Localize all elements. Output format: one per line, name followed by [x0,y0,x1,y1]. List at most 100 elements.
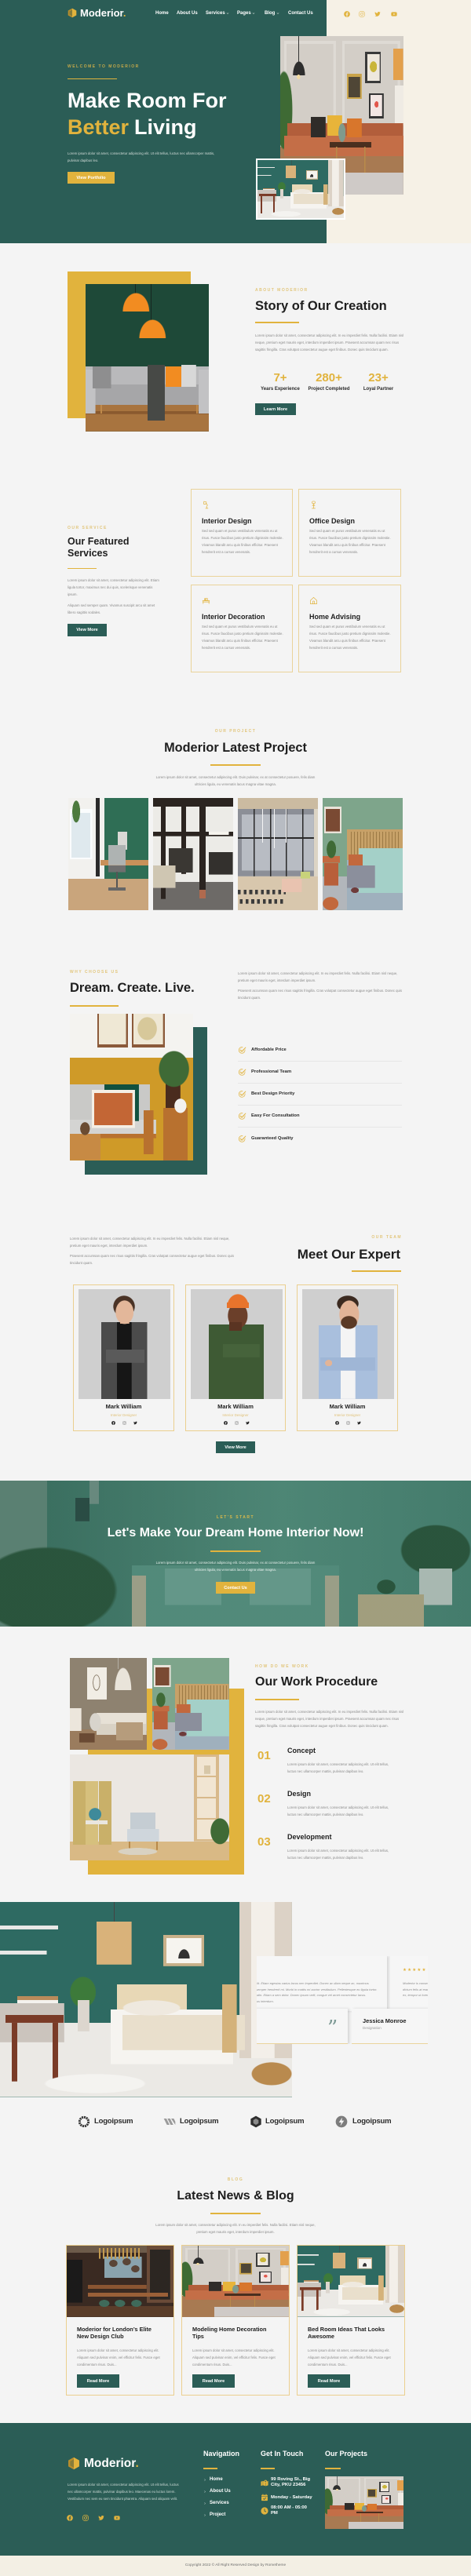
team-member-card[interactable]: Mark William Interior Designer [297,1284,398,1431]
why-eyebrow: WHY CHOOSE US [70,970,119,975]
service-card-home-advising[interactable]: Home Advising Sed sed quam et purus vest… [298,585,401,672]
testimonial-author: Jessica Monroe Designation [352,2009,428,2044]
twitter-icon[interactable] [374,11,381,17]
testimonial-carousel[interactable]: Consectetur tortor adipiscing elit. Etia… [257,1956,428,2044]
blog-section: BLOG Latest News & Blog Lorem ipsum dolo… [0,2150,471,2423]
blog-post-image[interactable] [67,2246,173,2317]
team-eyebrow: OUR TEAM [371,1235,402,1240]
feature-divider [238,1105,402,1106]
cta-title: Let's Make Your Dream Home Interior Now! [107,1526,364,1539]
clock-icon [261,2507,268,2515]
footer-link-project[interactable]: Project [210,2512,225,2518]
projects-section: OUR PROJECT Moderior Latest Project Lore… [0,690,471,934]
footer-link-about-us[interactable]: About Us [210,2488,231,2494]
youtube-icon[interactable] [114,2515,120,2521]
partner-logos-section: Logoipsum Logoipsum Logoipsum Logoipsum [0,2103,471,2150]
calendar-icon [261,2494,268,2501]
service-card-interior-design[interactable]: Interior Design Sed sed quam et purus ve… [191,489,293,577]
youtube-icon[interactable] [391,11,397,17]
learn-more-button[interactable]: Learn More [255,403,296,415]
facebook-icon[interactable] [344,11,350,17]
project-image-workspace[interactable] [238,798,318,910]
nav-item-services-label: Services [206,11,225,16]
blog-post-excerpt: Lorem ipsum dolor sit amet, consectetur … [308,2348,391,2366]
team-underline [352,1270,401,1272]
team-member-card[interactable]: Mark William Interior Designer [185,1284,286,1431]
blog-post-title[interactable]: Modeling Home Decoration Tips [192,2326,276,2340]
cta-underline [210,1550,261,1552]
nav-item-contact-us[interactable]: Contact Us [288,10,313,16]
footer-address: 99 Roving St., Big City, PKU 23456 [271,2476,311,2487]
project-image-store[interactable] [153,798,233,910]
facebook-icon[interactable] [335,1421,339,1425]
step-title: Development [287,1832,332,1841]
partner-logo-text: Logoipsum [94,2117,133,2126]
facebook-icon[interactable] [224,1421,228,1425]
services-section: OUR SERVICE Our Featured Services Lorem … [0,455,471,690]
brand-logo[interactable]: Moderior. [68,8,132,19]
stat-projects-completed: 280+ Project Completed [304,372,354,392]
footer-days: Monday - Saturday [271,2494,312,2500]
nav-item-about-us[interactable]: About Us [177,10,198,16]
facebook-icon[interactable] [67,2515,73,2521]
project-image-bedroom[interactable] [323,798,403,910]
blog-post-card: Modeling Home Decoration Tips Lorem ipsu… [181,2245,290,2396]
instagram-icon[interactable] [122,1421,126,1425]
facebook-icon[interactable] [111,1421,115,1425]
footer-projects-underline [325,2468,341,2469]
nav-item-blog[interactable]: Blog [265,10,279,16]
twitter-icon[interactable] [133,1421,137,1425]
partner-logo-text: Logoipsum [265,2117,305,2126]
team-member-photo [302,1289,394,1399]
stat-value: 280+ [316,371,342,384]
contact-us-button[interactable]: Contact Us [216,1582,255,1594]
testimonial-text: Moderior is consectetur lorem, sed metus… [403,1981,428,1997]
view-more-team-button[interactable]: View More [216,1441,255,1453]
instagram-icon[interactable] [359,11,365,17]
instagram-icon[interactable] [346,1421,350,1425]
testimonial-author-name: Jessica Monroe [363,2017,407,2024]
read-more-button[interactable]: Read More [77,2374,119,2388]
footer-text: Lorem ipsum dolor sit amet, consectetur … [68,2482,179,2501]
service-card-title: Home Advising [309,612,361,621]
floor-lamp-icon [202,501,210,509]
hero-title-line2: Better Living [68,114,197,140]
blog-post-image[interactable] [182,2246,289,2317]
blog-post-title[interactable]: Moderior for London’s Elite New Design C… [77,2326,160,2340]
nav-item-pages[interactable]: Pages [237,10,255,16]
footer-contact-underline [261,2468,275,2469]
project-image-office[interactable] [68,798,148,910]
why-text-1: Lorem ipsum dolor sit amet, consectetur … [238,971,398,982]
footer-brand-logo[interactable]: Moderior. [68,2457,143,2471]
service-card-office-design[interactable]: Office Design Sed sed quam et purus vest… [298,489,401,577]
stat-value: 7+ [273,371,287,384]
footer-project-image[interactable] [325,2476,403,2529]
footer-link-home[interactable]: Home [210,2476,223,2483]
instagram-icon[interactable] [235,1421,239,1425]
read-more-button[interactable]: Read More [308,2374,350,2388]
procedure-image-bedroom [152,1658,229,1750]
service-card-title: Office Design [309,516,356,525]
footer-link-services[interactable]: Services [210,2500,229,2506]
blog-post-title[interactable]: Bed Room Ideas That Looks Awesome [308,2326,391,2340]
view-more-services-button[interactable]: View More [68,624,107,636]
nav-item-home[interactable]: Home [155,10,169,16]
service-card-text: Sed sed quam et purus vestibulum venenat… [202,529,283,554]
blog-post-image[interactable] [298,2246,404,2317]
nav-item-services[interactable]: Services [206,10,229,16]
cta-eyebrow: LET'S START [216,1515,255,1520]
nav-item-pages-label: Pages [237,11,251,16]
footer-navigation-title: Navigation [203,2449,240,2458]
footer: Moderior. Lorem ipsum dolor sit amet, co… [0,2423,471,2576]
twitter-icon[interactable] [357,1421,361,1425]
view-portfolio-button[interactable]: View Portfolio [68,172,115,184]
service-card-interior-decoration[interactable]: Interior Decoration Sed sed quam et puru… [191,585,293,672]
twitter-icon[interactable] [98,2515,104,2521]
projects-title: Moderior Latest Project [164,741,307,755]
about-eyebrow: ABOUT MODERIOR [255,288,309,293]
twitter-icon[interactable] [246,1421,250,1425]
instagram-icon[interactable] [82,2515,89,2521]
read-more-button[interactable]: Read More [192,2374,235,2388]
bolt-logo-icon [335,2115,348,2128]
team-member-card[interactable]: Mark William Interior Designer [73,1284,174,1431]
